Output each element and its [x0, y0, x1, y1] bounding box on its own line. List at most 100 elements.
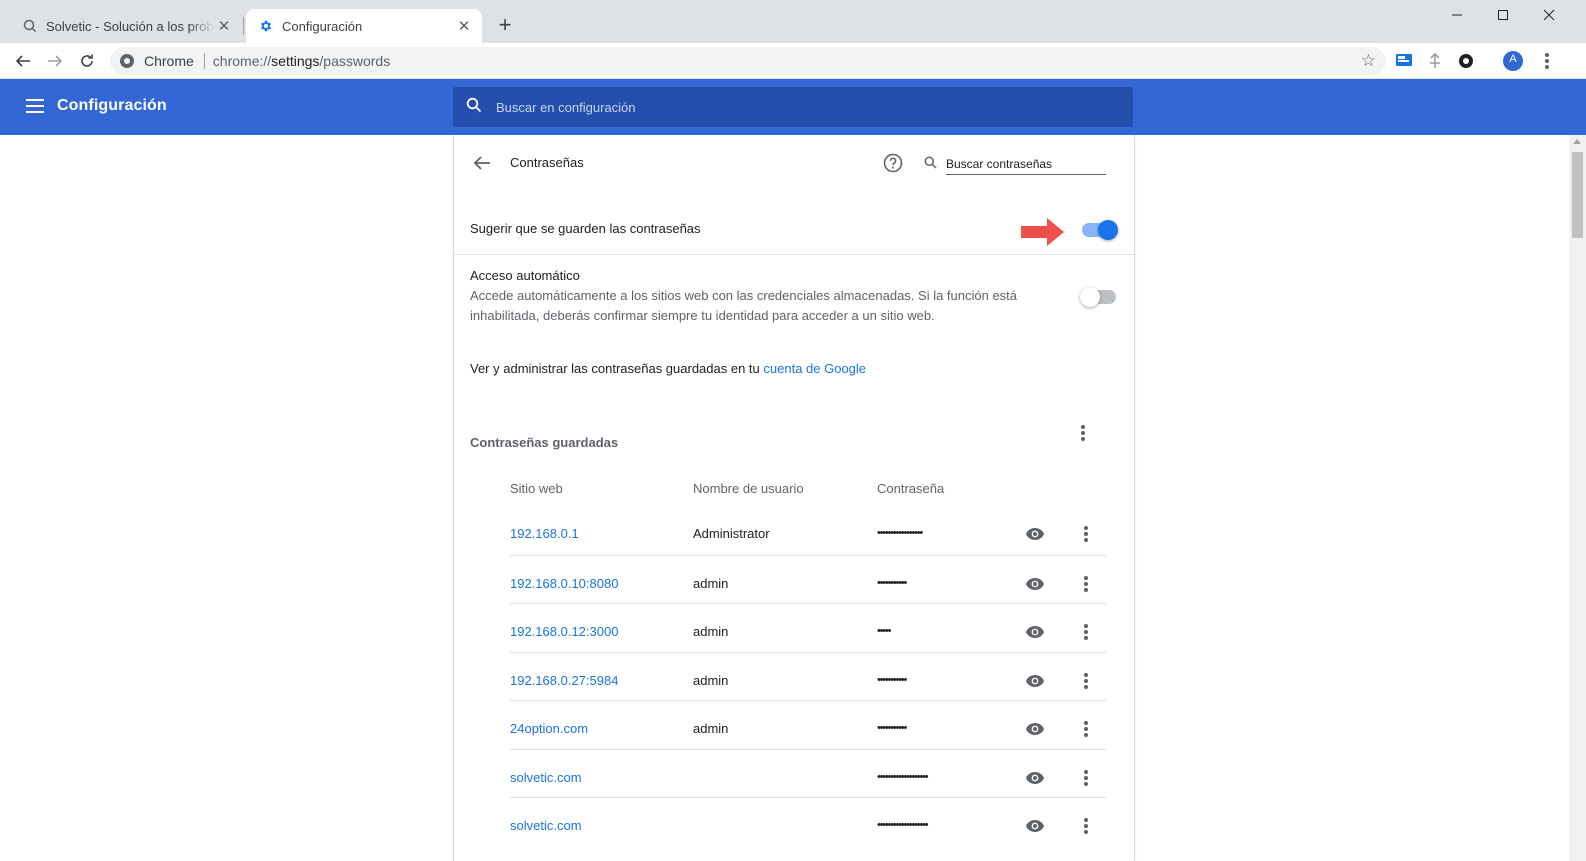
profile-initial: A	[1509, 53, 1517, 65]
auto-signin-label: Acceso automático	[470, 268, 580, 283]
site-link[interactable]: 192.168.0.10:8080	[510, 576, 618, 591]
manage-passwords-text: Ver y administrar las contraseñas guarda…	[470, 361, 867, 376]
username-text: admin	[693, 576, 729, 591]
column-header-user: Nombre de usuario	[693, 481, 804, 496]
tab-strip: Solvetic - Solución a los problem ✕ Conf…	[0, 0, 1586, 43]
show-password-eye-icon[interactable]	[1025, 819, 1045, 833]
address-bar[interactable]: Chrome chrome://settings/passwords ☆	[110, 47, 1386, 75]
reload-icon[interactable]	[74, 48, 100, 74]
password-row: 192.168.0.10:8080 admin •••••••••••	[510, 555, 1106, 603]
extension-icon[interactable]	[1422, 48, 1448, 74]
new-tab-button[interactable]: +	[494, 14, 516, 36]
password-row: 192.168.0.1 Administrator ••••••••••••••••…	[510, 506, 1106, 554]
column-header-site: Sitio web	[510, 481, 563, 496]
gear-icon	[258, 18, 274, 34]
close-tab-icon[interactable]: ✕	[454, 16, 474, 36]
password-row: 192.168.0.12:3000 admin •••••	[510, 603, 1106, 651]
omnibox-divider	[203, 53, 205, 69]
bookmark-star-icon[interactable]: ☆	[1361, 52, 1376, 70]
row-menu-icon[interactable]	[1084, 770, 1088, 786]
red-arrow-annotation	[1021, 218, 1064, 246]
password-row: solvetic.com •••••••••••••••••••	[510, 797, 1106, 845]
back-icon[interactable]	[10, 48, 36, 74]
site-link[interactable]: 192.168.0.12:3000	[510, 624, 618, 639]
profile-avatar[interactable]: A	[1500, 48, 1526, 74]
settings-search[interactable]	[453, 87, 1133, 127]
username-text: admin	[693, 673, 729, 688]
tab-configuracion[interactable]: Configuración ✕	[246, 9, 482, 43]
search-icon	[924, 156, 937, 174]
tab-title: Configuración	[282, 18, 363, 34]
tab-divider	[243, 17, 244, 35]
password-row: 192.168.0.27:5984 admin •••••••••••	[510, 652, 1106, 700]
browser-toolbar: Chrome chrome://settings/passwords ☆ A	[0, 43, 1586, 79]
settings-search-input[interactable]	[496, 99, 1096, 115]
scheme-chip: Chrome	[144, 53, 194, 69]
solvetic-search-icon	[22, 18, 38, 34]
password-search-input[interactable]	[946, 153, 1106, 175]
passwords-card: Contraseñas Sugerir que se guarden las c…	[453, 135, 1136, 861]
close-window-icon[interactable]	[1526, 0, 1572, 30]
menu-icon[interactable]	[26, 99, 44, 113]
masked-password: •••••••••••	[877, 674, 907, 686]
chrome-icon	[119, 53, 135, 69]
minimize-icon[interactable]	[1434, 0, 1480, 30]
show-password-eye-icon[interactable]	[1025, 625, 1045, 639]
site-link[interactable]: solvetic.com	[510, 818, 582, 833]
url-text: chrome://settings/passwords	[212, 53, 391, 69]
site-link[interactable]: 192.168.0.27:5984	[510, 673, 618, 688]
masked-password: •••••••••••	[877, 722, 907, 734]
scroll-thumb[interactable]	[1572, 152, 1583, 238]
google-account-link[interactable]: cuenta de Google	[763, 361, 866, 376]
show-password-eye-icon[interactable]	[1025, 527, 1045, 541]
site-link[interactable]: 192.168.0.1	[510, 526, 579, 541]
password-row: 24option.com admin •••••••••••	[510, 700, 1106, 748]
username-text: Administrator	[693, 526, 770, 541]
show-password-eye-icon[interactable]	[1025, 722, 1045, 736]
masked-password: •••••••••••••••••	[877, 527, 923, 539]
saved-passwords-menu-icon[interactable]	[1081, 425, 1085, 441]
saved-passwords-title: Contraseñas guardadas	[470, 435, 619, 450]
username-text: admin	[693, 721, 729, 736]
password-search[interactable]	[924, 153, 1108, 177]
password-row: solvetic.com •••••••••••••••••••	[510, 749, 1106, 797]
show-password-eye-icon[interactable]	[1025, 771, 1045, 785]
subpage-title: Contraseñas	[510, 155, 584, 170]
settings-header: Configuración	[0, 79, 1586, 135]
close-tab-icon[interactable]: ✕	[214, 16, 234, 36]
masked-password: •••••••••••••••••••	[877, 819, 929, 831]
masked-password: •••••••••••	[877, 577, 907, 589]
cast-extension-icon[interactable]	[1391, 48, 1417, 74]
row-menu-icon[interactable]	[1084, 721, 1088, 737]
page-scrollbar[interactable]	[1569, 135, 1586, 861]
offer-to-save-toggle[interactable]	[1082, 220, 1118, 240]
help-icon[interactable]	[882, 152, 904, 174]
passwords-subpage-header: Contraseñas	[454, 135, 1136, 189]
column-header-password: Contraseña	[877, 481, 945, 496]
extension-circle-icon[interactable]	[1453, 48, 1479, 74]
row-menu-icon[interactable]	[1084, 624, 1088, 640]
maximize-icon[interactable]	[1480, 0, 1526, 30]
show-password-eye-icon[interactable]	[1025, 674, 1045, 688]
auto-signin-row: Acceso automático Accede automáticamente…	[454, 256, 1136, 336]
site-link[interactable]: solvetic.com	[510, 770, 582, 785]
row-menu-icon[interactable]	[1084, 526, 1088, 542]
browser-menu-icon[interactable]	[1534, 48, 1560, 74]
settings-content: Contraseñas Sugerir que se guarden las c…	[0, 135, 1586, 861]
row-menu-icon[interactable]	[1084, 673, 1088, 689]
row-menu-icon[interactable]	[1084, 576, 1088, 592]
back-arrow-icon[interactable]	[470, 151, 494, 175]
site-link[interactable]: 24option.com	[510, 721, 588, 736]
show-password-eye-icon[interactable]	[1025, 577, 1045, 591]
auto-signin-description: Accede automáticamente a los sitios web …	[470, 288, 1018, 323]
page-title: Configuración	[57, 97, 167, 114]
search-icon	[466, 97, 482, 118]
forward-icon[interactable]	[42, 48, 68, 74]
username-text: admin	[693, 624, 729, 639]
scroll-up-arrow-icon[interactable]	[1573, 139, 1581, 144]
auto-signin-toggle[interactable]	[1080, 287, 1116, 307]
offer-to-save-label: Sugerir que se guarden las contraseñas	[470, 221, 701, 236]
tab-title: Solvetic - Solución a los problem	[46, 18, 214, 34]
row-menu-icon[interactable]	[1084, 818, 1088, 834]
tab-solvetic[interactable]: Solvetic - Solución a los problem ✕	[10, 9, 242, 43]
